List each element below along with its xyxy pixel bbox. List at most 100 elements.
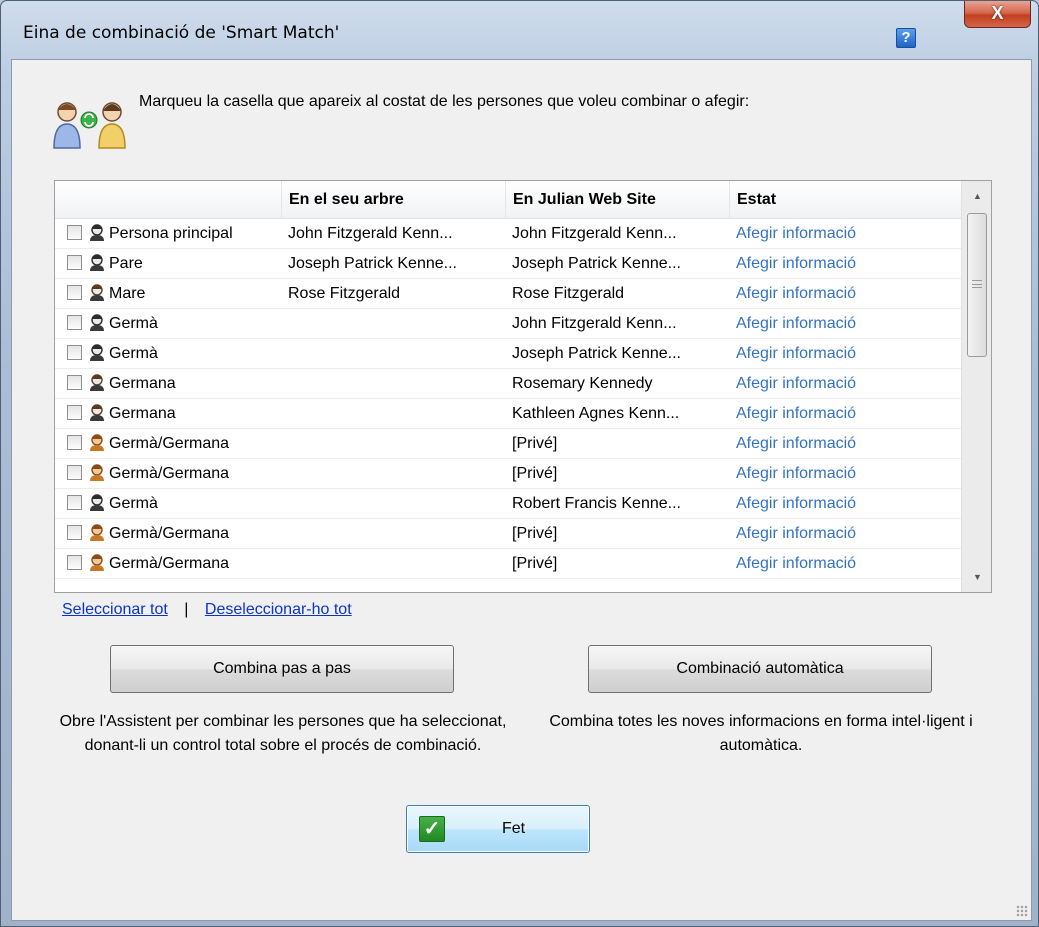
done-button[interactable]: ✓ Fet (406, 805, 590, 853)
relationship-label: Pare (109, 255, 143, 272)
scroll-down-arrow-icon[interactable]: ▼ (962, 562, 991, 592)
female-person-icon (90, 374, 104, 391)
table-row[interactable]: Germà/Germana [Privé] Afegir informació (55, 519, 961, 549)
automatic-combine-button[interactable]: Combinació automàtica (588, 645, 932, 693)
person-cell: Germà/Germana (55, 549, 281, 579)
web-site-cell: Rosemary Kennedy (512, 375, 653, 392)
relationship-label: Germà/Germana (109, 525, 230, 542)
row-checkbox[interactable] (67, 225, 82, 240)
resize-grip-icon[interactable] (1016, 905, 1028, 917)
status-link[interactable]: Afegir informació (729, 309, 961, 339)
table-row[interactable]: Persona principal John Fitzgerald Kenn...… (55, 219, 961, 249)
column-header-status: Estat (729, 181, 961, 219)
unknown-person-icon (90, 524, 104, 541)
table-row[interactable]: Germà Robert Francis Kenne... Afegir infor… (55, 489, 961, 519)
person-cell: Germà (55, 489, 281, 519)
web-site-cell: John Fitzgerald Kenn... (512, 315, 677, 332)
grip-icon (972, 280, 982, 288)
automatic-description: Combina totes les noves informacions en … (549, 713, 973, 754)
tree-cell (281, 369, 505, 399)
web-site-cell: [Privé] (512, 465, 558, 482)
scroll-thumb[interactable] (967, 213, 987, 357)
row-checkbox[interactable] (67, 405, 82, 420)
tree-cell: John Fitzgerald Kenn... (288, 225, 453, 242)
table-row[interactable]: Germana Rosemary Kennedy Afegir informació (55, 369, 961, 399)
person-cell: Germana (55, 369, 281, 399)
row-checkbox[interactable] (67, 315, 82, 330)
vertical-scrollbar[interactable]: ▲ ▼ (961, 181, 991, 592)
title-bar: Eina de combinació de 'Smart Match' ? X (1, 1, 1038, 59)
male-person-icon (90, 344, 104, 361)
step-by-step-description: Obre l'Assistent per combinar les person… (59, 713, 507, 754)
person-cell: Germà (55, 339, 281, 369)
web-site-cell: [Privé] (512, 525, 558, 542)
column-header-person (55, 181, 281, 219)
row-checkbox[interactable] (67, 285, 82, 300)
female-person-icon (90, 404, 104, 421)
person-cell: Pare (55, 249, 281, 279)
row-checkbox[interactable] (67, 345, 82, 360)
row-checkbox[interactable] (67, 375, 82, 390)
table-row[interactable]: Pare Joseph Patrick Kenne... Joseph Patric… (55, 249, 961, 279)
row-checkbox[interactable] (67, 255, 82, 270)
status-link[interactable]: Afegir informació (729, 219, 961, 249)
relationship-label: Germana (109, 375, 176, 392)
tree-cell: Joseph Patrick Kenne... (288, 255, 457, 272)
dialog-window: Eina de combinació de 'Smart Match' ? X … (0, 0, 1039, 927)
row-checkbox[interactable] (67, 495, 82, 510)
row-checkbox[interactable] (67, 465, 82, 480)
person-cell: Germà/Germana (55, 459, 281, 489)
column-header-web: En Julian Web Site (505, 181, 729, 219)
match-table: En el seu arbre En Julian Web Site Estat… (54, 180, 992, 593)
tree-cell (281, 309, 505, 339)
tree-cell (281, 489, 505, 519)
close-button[interactable]: X (964, 1, 1031, 28)
male-person-icon (90, 224, 104, 241)
relationship-label: Germà (109, 315, 158, 332)
status-link[interactable]: Afegir informació (729, 549, 961, 579)
male-person-icon (90, 494, 104, 511)
tree-cell (281, 459, 505, 489)
relationship-label: Germà (109, 345, 158, 362)
tree-cell (281, 519, 505, 549)
relationship-label: Persona principal (109, 225, 233, 242)
tree-cell (281, 399, 505, 429)
status-link[interactable]: Afegir informació (729, 279, 961, 309)
table-row[interactable]: Germà John Fitzgerald Kenn... Afegir infor… (55, 309, 961, 339)
web-site-cell: Joseph Patrick Kenne... (512, 255, 681, 272)
status-link[interactable]: Afegir informació (729, 249, 961, 279)
row-checkbox[interactable] (67, 555, 82, 570)
status-link[interactable]: Afegir informació (729, 369, 961, 399)
scroll-up-arrow-icon[interactable]: ▲ (962, 181, 991, 211)
table-row[interactable]: Germà/Germana [Privé] Afegir informació (55, 429, 961, 459)
relationship-label: Mare (109, 285, 146, 302)
row-checkbox[interactable] (67, 525, 82, 540)
web-site-cell: [Privé] (512, 435, 558, 452)
person-cell: Germà/Germana (55, 429, 281, 459)
person-cell: Germà/Germana (55, 519, 281, 549)
table-row[interactable]: Germana Kathleen Agnes Kenn... Afegir info… (55, 399, 961, 429)
table-body: Persona principal John Fitzgerald Kenn...… (55, 219, 961, 579)
select-all-link[interactable]: Seleccionar tot (62, 601, 168, 618)
status-link[interactable]: Afegir informació (729, 429, 961, 459)
status-link[interactable]: Afegir informació (729, 489, 961, 519)
female-person-icon (90, 284, 104, 301)
table-header: En el seu arbre En Julian Web Site Estat (55, 181, 961, 219)
status-link[interactable]: Afegir informació (729, 339, 961, 369)
status-link[interactable]: Afegir informació (729, 519, 961, 549)
table-row[interactable]: Germà/Germana [Privé] Afegir informació (55, 549, 961, 579)
male-person-icon (90, 254, 104, 271)
table-row[interactable]: Germà Joseph Patrick Kenne... Afegir infor… (55, 339, 961, 369)
help-button[interactable]: ? (896, 28, 916, 48)
done-label: Fet (502, 820, 526, 837)
deselect-all-link[interactable]: Deseleccionar-ho tot (205, 601, 352, 618)
relationship-label: Germà/Germana (109, 435, 230, 452)
table-row[interactable]: Mare Rose Fitzgerald Rose Fitzgerald Afegir… (55, 279, 961, 309)
status-link[interactable]: Afegir informació (729, 459, 961, 489)
combine-step-by-step-button[interactable]: Combina pas a pas (110, 645, 454, 693)
table-row[interactable]: Germà/Germana [Privé] Afegir informació (55, 459, 961, 489)
web-site-cell: [Privé] (512, 555, 558, 572)
unknown-person-icon (90, 464, 104, 481)
row-checkbox[interactable] (67, 435, 82, 450)
status-link[interactable]: Afegir informació (729, 399, 961, 429)
